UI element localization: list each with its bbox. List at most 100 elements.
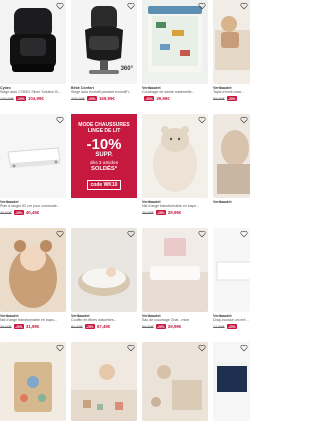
play-mat-image — [215, 16, 250, 70]
promo-categories: MODE CHAUSSURES LINGE DE LIT — [78, 122, 130, 134]
sale-price: 67,49€ — [96, 324, 111, 330]
product-image[interactable] — [0, 342, 66, 421]
product-image[interactable] — [0, 0, 66, 84]
favorite-heart-icon[interactable] — [127, 344, 135, 352]
price-row: 129,99€ -20% 104,99€ — [0, 96, 66, 102]
favorite-heart-icon[interactable] — [127, 230, 135, 238]
product-card[interactable]: Vertbaudet Couchage de sieste maternelle… — [142, 0, 208, 102]
favorite-heart-icon[interactable] — [240, 230, 248, 238]
product-image[interactable] — [142, 0, 208, 84]
rotation-badge: 360° — [120, 66, 133, 72]
favorite-heart-icon[interactable] — [240, 2, 248, 10]
product-card[interactable] — [142, 342, 208, 421]
product-card[interactable] — [0, 342, 66, 421]
product-image[interactable] — [213, 228, 250, 312]
sleeping-bag-image — [142, 238, 208, 312]
fitted-sheet-image — [216, 261, 250, 281]
favorite-heart-icon[interactable] — [198, 230, 206, 238]
product-image[interactable]: 360° — [71, 0, 137, 84]
product-card[interactable]: 360° Bébé Confort Siège auto évolutif pi… — [71, 0, 137, 102]
product-card[interactable] — [213, 342, 250, 421]
promo-discount: -10% — [86, 136, 122, 154]
discount-badge: -20% — [86, 96, 97, 102]
product-card[interactable]: Vertbaudet Plan à langer 52 cm pour comm… — [0, 114, 66, 216]
price-row: 84,99€ -20% 67,49€ — [71, 324, 137, 330]
old-price: 12,99€ — [213, 324, 225, 329]
product-title[interactable]: Sac de couchage Chat - mixe — [142, 318, 208, 322]
product-title[interactable]: Nid d'ange transformable en bapo... — [0, 318, 66, 322]
product-card[interactable]: Vertbaudet — [213, 114, 250, 204]
product-card[interactable]: Vertbaudet Tapis d'éveil maxi... 59,99€ … — [213, 0, 250, 102]
discount-badge: -20% — [15, 96, 26, 102]
product-image[interactable] — [142, 114, 208, 198]
discount-badge: -20% — [13, 324, 24, 330]
price-row: 49,99€ -20% 40,49€ — [0, 210, 66, 216]
sale-price: 104,99€ — [27, 96, 44, 102]
product-image[interactable] — [213, 342, 250, 421]
bassinet-image — [71, 228, 137, 312]
teddy-bunting-image — [0, 228, 66, 312]
promo-banner[interactable]: MODE CHAUSSURES LINGE DE LIT -10% SUPP. … — [71, 114, 137, 198]
favorite-heart-icon[interactable] — [198, 2, 206, 10]
product-card[interactable]: Vertbaudet Nid d'ange transformable en b… — [0, 228, 66, 330]
product-title[interactable]: Couffin en fibres naturelles... — [71, 318, 137, 322]
product-title[interactable]: Couchage de sieste maternelle... — [142, 90, 208, 94]
product-title[interactable]: Siège auto CYBEX Silver Solution B... — [0, 90, 66, 94]
favorite-heart-icon[interactable] — [56, 230, 64, 238]
product-image[interactable] — [71, 228, 137, 312]
discount-badge: -20% — [144, 96, 155, 102]
sale-price: 29,99€ — [167, 210, 182, 216]
product-image[interactable] — [142, 342, 208, 421]
product-image[interactable] — [71, 342, 137, 421]
discount-badge: -20% — [226, 324, 237, 330]
product-image[interactable] — [142, 228, 208, 312]
favorite-heart-icon[interactable] — [198, 116, 206, 124]
nursery-decor-image — [151, 365, 202, 410]
product-image[interactable] — [0, 114, 66, 198]
product-card[interactable] — [71, 342, 137, 421]
product-title[interactable]: Nid d'ange transformable en bapo... — [142, 204, 208, 208]
discount-badge: -20% — [13, 210, 24, 216]
promo-solds: SOLDÉS* — [90, 166, 118, 173]
old-price: 209,99€ — [71, 96, 85, 101]
sale-price: 29,99€ — [167, 324, 182, 330]
favorite-heart-icon[interactable] — [240, 116, 248, 124]
product-title[interactable]: Siège auto évolutif pivotant evolutiFi..… — [71, 90, 137, 94]
price-row: 39,99€ -20% 31,99€ — [0, 324, 66, 330]
product-card[interactable]: Cybex Siège auto CYBEX Silver Solution B… — [0, 0, 66, 102]
favorite-heart-icon[interactable] — [240, 344, 248, 352]
changing-pad-image — [7, 147, 61, 168]
favorite-heart-icon[interactable] — [127, 2, 135, 10]
favorite-heart-icon[interactable] — [56, 344, 64, 352]
sale-price: 169,99€ — [98, 96, 115, 102]
old-price: 129,99€ — [0, 96, 14, 101]
shorts-image — [217, 362, 247, 392]
discount-badge: -20% — [226, 96, 237, 102]
wooden-toy-image — [14, 362, 52, 412]
favorite-heart-icon[interactable] — [198, 344, 206, 352]
product-image[interactable] — [213, 0, 250, 84]
price-row: 12,99€ -20% — [213, 324, 250, 330]
favorite-heart-icon[interactable] — [56, 116, 64, 124]
product-image[interactable] — [0, 228, 66, 312]
baby-photo-image — [217, 130, 250, 194]
product-card[interactable]: Vertbaudet Couffin en fibres naturelles.… — [71, 228, 137, 330]
product-title[interactable]: Plan à langer 52 cm pour commode... — [0, 204, 66, 208]
discount-badge: -20% — [84, 324, 95, 330]
favorite-heart-icon[interactable] — [56, 2, 64, 10]
product-title[interactable]: Tapis d'éveil maxi... — [213, 90, 250, 94]
product-card[interactable]: Vertbaudet Drap-housse uni enfa... 12,99… — [213, 228, 250, 330]
sale-price: 31,99€ — [25, 324, 40, 330]
old-price: 39,99€ — [142, 210, 154, 215]
discount-badge: -20% — [155, 324, 166, 330]
product-card[interactable]: Vertbaudet Nid d'ange transformable en b… — [142, 114, 208, 216]
sale-price: 39,99€ — [156, 96, 170, 102]
sale-price: 40,49€ — [25, 210, 40, 216]
product-brand: Vertbaudet — [213, 199, 232, 204]
product-title[interactable]: Drap-housse uni enfa... — [213, 318, 250, 322]
product-card[interactable]: Vertbaudet Sac de couchage Chat - mixe 8… — [142, 228, 208, 330]
old-price: 59,99€ — [213, 96, 225, 101]
old-price: 39,99€ — [0, 324, 12, 329]
product-image[interactable] — [213, 114, 250, 198]
play-blocks-image — [71, 364, 137, 421]
